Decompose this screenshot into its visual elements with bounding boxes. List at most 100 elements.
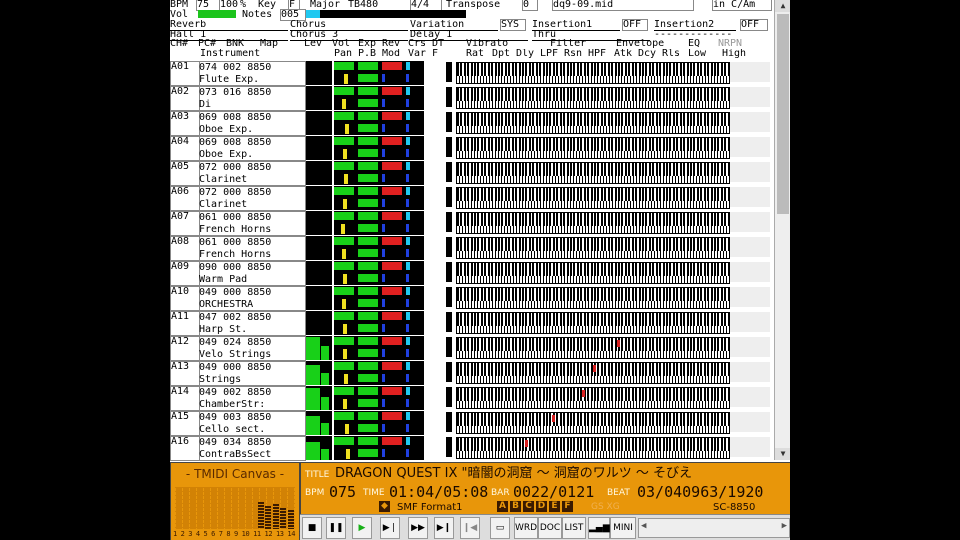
channel-instrument[interactable]: 049 002 8850 ChamberStr: bbox=[198, 386, 306, 411]
seek-right-icon[interactable]: ▶ bbox=[782, 521, 787, 531]
channel-row[interactable]: A09 090 000 8850 Warm Pad bbox=[170, 260, 772, 286]
channel-row[interactable]: A04 069 008 8850 Oboe Exp. bbox=[170, 135, 772, 161]
stop-icon[interactable]: ■ bbox=[302, 517, 322, 539]
channel-instrument[interactable]: 049 034 8850 ContraBsSect bbox=[198, 436, 306, 461]
variation-bar bbox=[406, 349, 409, 357]
dt-indicator bbox=[446, 162, 452, 182]
channel-row[interactable]: A13 049 000 8850 Strings bbox=[170, 360, 772, 386]
channel-id: A01 bbox=[170, 61, 200, 86]
dt-indicator bbox=[446, 437, 452, 457]
level-meter bbox=[306, 61, 332, 85]
variation-bar bbox=[406, 199, 409, 207]
channel-instrument[interactable]: 061 000 8850 French Horns bbox=[198, 211, 306, 236]
channel-row[interactable]: A02 073 016 8850 Di bbox=[170, 85, 772, 111]
channel-row[interactable]: A01 074 002 8850 Flute Exp. bbox=[170, 60, 772, 86]
channel-bnk: 002 bbox=[223, 62, 242, 73]
channel-map: 8850 bbox=[247, 212, 272, 223]
scrollbar-thumb[interactable] bbox=[777, 14, 789, 214]
play-icon[interactable]: ▶ bbox=[352, 517, 372, 539]
channel-bnk: 003 bbox=[223, 412, 242, 423]
channel-instrument[interactable]: 072 000 8850 Clarinet bbox=[198, 186, 306, 211]
channel-instrument[interactable]: 061 000 8850 French Horns bbox=[198, 236, 306, 261]
channel-instrument[interactable]: 072 000 8850 Clarinet bbox=[198, 161, 306, 186]
keyboard bbox=[456, 312, 730, 334]
bar-label: BAR bbox=[491, 488, 510, 498]
pause-icon[interactable]: ❚❚ bbox=[326, 517, 346, 539]
window-icon[interactable]: ▭ bbox=[490, 517, 510, 539]
pitchbend-bar bbox=[358, 124, 378, 132]
channel-row[interactable]: A07 061 000 8850 French Horns bbox=[170, 210, 772, 236]
channel-row[interactable]: A06 072 000 8850 Clarinet bbox=[170, 185, 772, 211]
seek-left-icon[interactable]: ◀ bbox=[641, 521, 646, 531]
expression-bar bbox=[358, 337, 378, 345]
channel-instrument[interactable]: 090 000 8850 Warm Pad bbox=[198, 261, 306, 286]
channel-row[interactable]: A08 061 000 8850 French Horns bbox=[170, 235, 772, 261]
fast-forward-icon[interactable]: ▶▶ bbox=[408, 517, 428, 539]
subheader-pb: P.B bbox=[358, 49, 377, 59]
dt-indicator bbox=[446, 387, 452, 407]
eq-cell bbox=[730, 337, 770, 357]
reverb-bar bbox=[382, 312, 402, 320]
scroll-up-icon[interactable]: ▲ bbox=[775, 0, 790, 12]
doc-button[interactable]: DOC bbox=[538, 517, 562, 539]
channel-map: 8850 bbox=[247, 187, 272, 198]
modulation-bar bbox=[382, 299, 385, 307]
transpose-value[interactable]: 0 bbox=[522, 0, 538, 11]
volume-bar bbox=[334, 387, 354, 395]
next-track-icon[interactable]: ▶❙ bbox=[434, 517, 454, 539]
sys-badge[interactable]: SYS bbox=[500, 19, 526, 31]
header-envelope: Envelope bbox=[616, 39, 665, 49]
pitchbend-bar bbox=[358, 424, 378, 432]
pitchbend-bar bbox=[358, 349, 378, 357]
channel-instrument[interactable]: 073 016 8850 Di bbox=[198, 86, 306, 111]
keyboard-white-keys bbox=[457, 351, 729, 358]
seek-scrollbar[interactable]: ◀ ▶ bbox=[638, 518, 790, 538]
keyboard bbox=[456, 87, 730, 109]
channel-instrument[interactable]: 074 002 8850 Flute Exp. bbox=[198, 61, 306, 86]
channel-instrument[interactable]: 049 024 8850 Velo Strings bbox=[198, 336, 306, 361]
channel-instrument[interactable]: 049 000 8850 Strings bbox=[198, 361, 306, 386]
channel-instrument[interactable]: 047 002 8850 Harp St. bbox=[198, 311, 306, 336]
channel-row[interactable]: A10 049 000 8850 ORCHESTRA bbox=[170, 285, 772, 311]
list-button[interactable]: LIST bbox=[562, 517, 586, 539]
channel-row[interactable]: A03 069 008 8850 Oboe Exp. bbox=[170, 110, 772, 136]
volume-bar bbox=[334, 287, 354, 295]
channel-instrument[interactable]: 049 003 8850 Cello sect. bbox=[198, 411, 306, 436]
channel-row[interactable]: A15 049 003 8850 Cello sect. bbox=[170, 410, 772, 436]
pan-indicator bbox=[342, 249, 346, 259]
channel-row[interactable]: A16 049 034 8850 ContraBsSect bbox=[170, 435, 772, 461]
channel-map: 8850 bbox=[247, 262, 272, 273]
controller-meters bbox=[334, 136, 424, 160]
vertical-scrollbar[interactable]: ▲ ▼ bbox=[774, 0, 790, 460]
channel-instrument[interactable]: 069 008 8850 Oboe Exp. bbox=[198, 111, 306, 136]
step-icon[interactable]: ▶❘ bbox=[380, 517, 400, 539]
level-meter-icon[interactable]: ▂▄▆ bbox=[588, 517, 610, 539]
channel-instrument[interactable]: 049 000 8850 ORCHESTRA bbox=[198, 286, 306, 311]
channel-instrument[interactable]: 069 008 8850 Oboe Exp. bbox=[198, 136, 306, 161]
record-icon[interactable]: ❙◀ bbox=[460, 517, 480, 539]
header-rev: Rev bbox=[382, 39, 401, 49]
volume-bar bbox=[334, 62, 354, 70]
channel-map: 8850 bbox=[247, 112, 272, 123]
keyboard bbox=[456, 137, 730, 159]
volume-bar bbox=[334, 237, 354, 245]
canvas-level-bar bbox=[265, 506, 271, 529]
pan-indicator bbox=[343, 349, 347, 359]
mini-button[interactable]: MINI bbox=[610, 517, 636, 539]
wrd-button[interactable]: WRD bbox=[514, 517, 538, 539]
scroll-down-icon[interactable]: ▼ bbox=[775, 448, 790, 460]
header-eq: EQ bbox=[688, 39, 701, 49]
expression-bar bbox=[358, 362, 378, 370]
controller-meters bbox=[334, 311, 424, 335]
channel-row[interactable]: A14 049 002 8850 ChamberStr: bbox=[170, 385, 772, 411]
channel-row[interactable]: A11 047 002 8850 Harp St. bbox=[170, 310, 772, 336]
modulation-bar bbox=[382, 99, 385, 107]
level-meter-fill bbox=[306, 388, 320, 410]
channel-row[interactable]: A12 049 024 8850 Velo Strings bbox=[170, 335, 772, 361]
level-meter-fill bbox=[306, 416, 320, 435]
channel-map: 8850 bbox=[247, 312, 272, 323]
channel-row[interactable]: A05 072 000 8850 Clarinet bbox=[170, 160, 772, 186]
modulation-bar bbox=[382, 424, 385, 432]
dt-indicator bbox=[446, 87, 452, 107]
controller-meters bbox=[334, 361, 424, 385]
